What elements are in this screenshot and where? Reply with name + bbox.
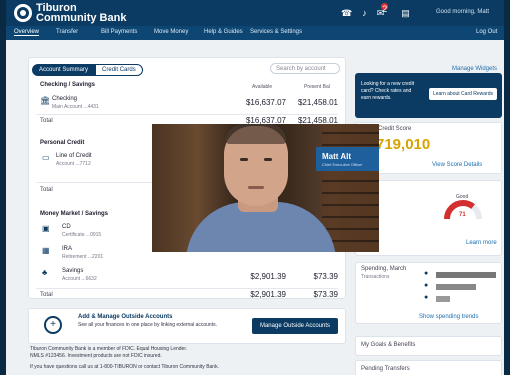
promo-text: Looking for a new credit card? Check rat… [361, 81, 415, 101]
bank-logo-icon[interactable] [14, 4, 32, 22]
category-icon: ● [424, 294, 429, 301]
mm-total-available: $2,901.39 [250, 290, 286, 299]
checking-available: $16,637.07 [245, 98, 286, 107]
cd-account-name[interactable]: CD [62, 224, 71, 230]
gauge-learn-more-link[interactable]: Learn more [466, 240, 497, 246]
checking-present: $21,458.01 [297, 98, 338, 107]
mail-badge: 2 [381, 3, 389, 14]
manage-widgets-link[interactable]: Manage Widgets [452, 66, 497, 72]
checking-total-label: Total [40, 118, 53, 124]
col-available: Available [252, 84, 273, 90]
score-details-link[interactable]: View Score Details [432, 162, 482, 168]
main-nav: Overview Transfer Bill Payments Move Mon… [6, 26, 504, 40]
document-icon[interactable]: ▤ [401, 7, 410, 19]
spending-bar-2 [436, 284, 476, 290]
link-accounts-icon: + [44, 316, 62, 334]
nav-transfer[interactable]: Transfer [56, 29, 78, 35]
logo-line-2: Community Bank [36, 12, 127, 24]
nav-help-guides[interactable]: Help & Guides [204, 29, 243, 35]
bank-icon: 🏛 [40, 96, 51, 105]
spending-bar-1 [436, 272, 496, 278]
savings-account-sub: Account ...6632 [62, 276, 97, 282]
gauge-label: Good [456, 194, 469, 200]
banner-text: See all your finances in one place by li… [78, 322, 217, 328]
bell-icon[interactable]: ♪ [362, 7, 367, 19]
spending-sub: Transactions [361, 274, 390, 280]
nav-services-settings[interactable]: Services & Settings [250, 29, 302, 35]
video-person-mouth [248, 186, 264, 189]
app-window: Tiburon Community Bank ☎ ♪ ✉2 ▤ Good mor… [6, 0, 504, 375]
credit-section-title: Personal Credit [40, 140, 85, 146]
phone-icon[interactable]: ☎ [341, 7, 352, 19]
account-search-input[interactable]: Search by account [270, 63, 340, 74]
nav-overview[interactable]: Overview [14, 29, 40, 36]
savings-present: $73.39 [313, 272, 338, 281]
col-present: Present Bal [304, 84, 330, 90]
manage-outside-accounts-button[interactable]: Manage Outside Accounts [252, 318, 338, 334]
tab-account-summary[interactable]: Account Summary [32, 64, 96, 76]
divider [36, 114, 338, 115]
pending-title: Pending Transfers [361, 366, 410, 372]
spending-bar-3 [436, 296, 450, 302]
cd-icon: ▣ [42, 224, 50, 233]
checking-section-title: Checking / Savings [40, 82, 96, 88]
logout-link[interactable]: Log Out [476, 29, 497, 35]
goals-title: My Goals & Benefits [361, 342, 416, 348]
card-rewards-button[interactable]: Learn about Card Rewards [429, 88, 497, 100]
category-icon: ● [424, 282, 429, 289]
cd-account-sub: Certificate ...0915 [62, 232, 102, 238]
video-player[interactable]: Matt Alt Chief Executive Officer [152, 124, 379, 252]
credit-account-name[interactable]: Line of Credit [56, 153, 92, 159]
credit-account-sub: Account ...7712 [56, 161, 91, 167]
video-person-hair [226, 124, 286, 144]
gauge-value: 71 [459, 212, 466, 218]
ira-icon: ▦ [42, 246, 50, 255]
nav-move-money[interactable]: Move Money [154, 29, 188, 35]
credit-score-value: 719,010 [376, 136, 431, 153]
moneymarket-section-title: Money Market / Savings [40, 211, 109, 217]
tab-credit-cards[interactable]: Credit Cards [95, 64, 143, 76]
card-promo-widget: Looking for a new credit card? Check rat… [355, 73, 502, 118]
video-person-eye [264, 158, 272, 161]
checking-account-name[interactable]: Checking [52, 96, 77, 102]
footer-line-3: If you have questions call us at 1-800-T… [30, 364, 219, 370]
piggy-bank-icon: ♣ [42, 268, 48, 277]
speaker-name: Matt Alt [322, 152, 352, 161]
account-view-toggle: Account Summary Credit Cards [32, 64, 143, 76]
ira-account-sub: Retirement ...2201 [62, 254, 104, 260]
divider [36, 288, 338, 289]
savings-available: $2,901.39 [250, 272, 286, 281]
footer-line-1: Tiburon Community Bank is a member of FD… [30, 346, 188, 352]
spending-title: Spending, March [361, 266, 407, 272]
footer-line-2: NMLS #123456. Investment products are no… [30, 353, 162, 359]
bank-logo-text[interactable]: Tiburon Community Bank [36, 3, 127, 24]
mm-total-present: $73.39 [313, 290, 338, 299]
credit-score-title: Credit Score [378, 126, 412, 132]
video-lower-third: Matt Alt Chief Executive Officer [316, 147, 379, 171]
nav-bill-payments[interactable]: Bill Payments [101, 29, 137, 35]
category-icon: ● [424, 270, 429, 277]
top-header: Tiburon Community Bank ☎ ♪ ✉2 ▤ Good mor… [6, 0, 504, 26]
credit-card-icon: ▭ [42, 153, 50, 162]
video-person-eye [240, 158, 248, 161]
ira-account-name[interactable]: IRA [62, 246, 72, 252]
video-shelf [322, 124, 379, 252]
credit-total-label: Total [40, 187, 53, 193]
spending-trends-link[interactable]: Show spending trends [419, 314, 478, 320]
savings-account-name[interactable]: Savings [62, 268, 83, 274]
mm-total-label: Total [40, 292, 53, 298]
mail-icon[interactable]: ✉2 [377, 3, 392, 19]
user-greeting[interactable]: Good morning, Matt [436, 9, 489, 15]
speaker-title: Chief Executive Officer [322, 162, 363, 167]
header-icons: ☎ ♪ ✉2 ▤ [341, 3, 410, 19]
checking-account-sub: Main Account ...4431 [52, 104, 99, 110]
banner-title: Add & Manage Outside Accounts [78, 314, 173, 320]
